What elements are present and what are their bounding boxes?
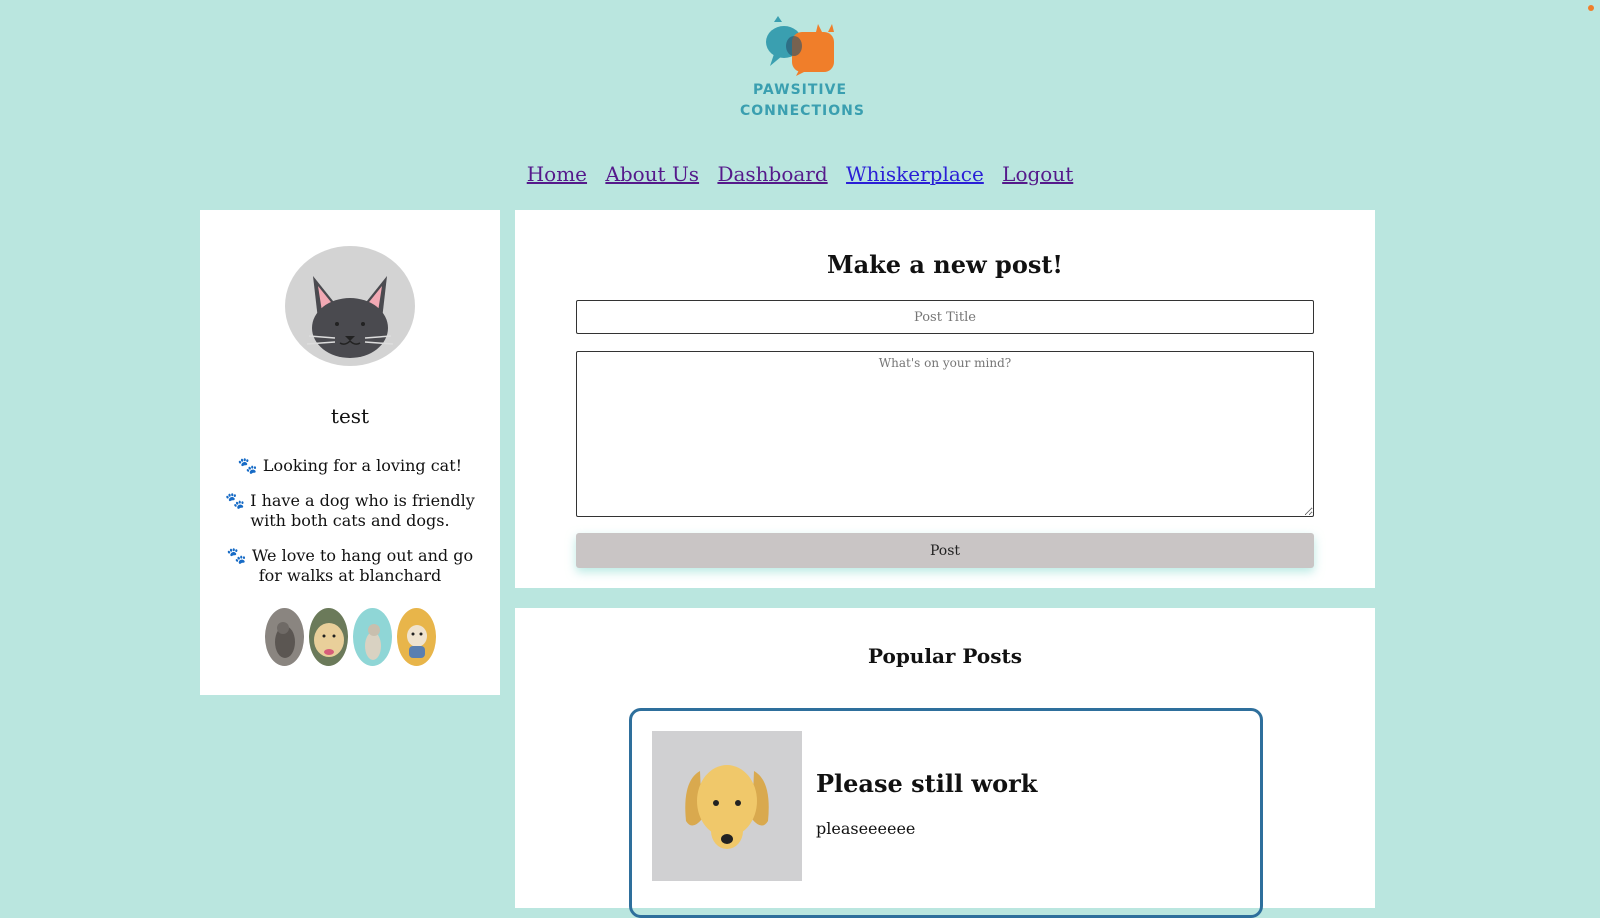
bio-line: 🐾 Looking for a loving cat!	[237, 456, 463, 475]
popular-post-item[interactable]: Please still work pleaseeeeee	[629, 708, 1263, 918]
nav-home-link[interactable]: Home	[527, 162, 587, 186]
pet-photo[interactable]	[352, 608, 392, 666]
cat-face-icon	[285, 246, 415, 366]
logo-text: PAWSITIVE CONNECTIONS	[740, 80, 864, 122]
popular-posts-card: Popular Posts Please still work pleaseee…	[515, 608, 1375, 918]
profile-bio: 🐾 Looking for a loving cat! 🐾 I have a d…	[200, 456, 500, 586]
nav-logout-link[interactable]: Logout	[1002, 162, 1073, 186]
pet-photo[interactable]	[308, 608, 348, 666]
bio-line: 🐾 We love to hang out and go for walks a…	[226, 546, 474, 585]
profile-card: test 🐾 Looking for a loving cat! 🐾 I hav…	[200, 210, 500, 695]
corner-dot	[1588, 5, 1594, 11]
popular-post-title: Please still work	[816, 769, 1038, 798]
new-post-card: Make a new post! Post	[515, 210, 1375, 588]
popular-post-body: pleaseeeeee	[816, 819, 916, 838]
bio-line: 🐾 I have a dog who is friendly with both…	[225, 491, 475, 530]
nav-about-link[interactable]: About Us	[605, 162, 699, 186]
post-submit-button[interactable]: Post	[576, 533, 1314, 568]
pet-photo-list	[200, 608, 500, 666]
logo-bubbles-icon	[766, 16, 834, 76]
profile-username: test	[330, 404, 370, 428]
popular-posts-heading: Popular Posts	[867, 644, 1023, 668]
post-title-input[interactable]	[576, 300, 1314, 334]
new-post-heading: Make a new post!	[827, 250, 1063, 279]
nav-whiskerplace-link[interactable]: Whiskerplace	[846, 162, 984, 186]
pet-photo[interactable]	[396, 608, 436, 666]
dog-face-icon	[652, 731, 802, 881]
post-body-textarea[interactable]	[576, 351, 1314, 517]
pet-photo[interactable]	[264, 608, 304, 666]
logo-line-2: CONNECTIONS	[740, 103, 865, 119]
logo-line-1: PAWSITIVE	[752, 82, 848, 98]
main-nav: Home About Us Dashboard Whiskerplace Log…	[0, 162, 1600, 186]
site-logo[interactable]: PAWSITIVE CONNECTIONS	[740, 14, 864, 124]
nav-dashboard-link[interactable]: Dashboard	[717, 162, 827, 186]
